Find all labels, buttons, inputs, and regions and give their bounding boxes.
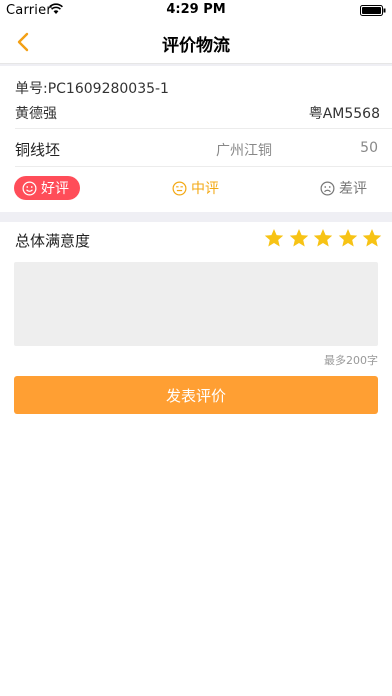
medium-rating-button[interactable]: 中评: [172, 176, 219, 200]
submit-review-button[interactable]: 发表评价: [14, 376, 378, 414]
star-icon[interactable]: [362, 228, 382, 248]
section-gap: [0, 212, 392, 222]
smile-face-icon: [22, 181, 37, 195]
good-rating-label: 好评: [41, 181, 69, 197]
medium-rating-label: 中评: [191, 181, 219, 197]
star-rating: [264, 228, 387, 248]
neutral-face-icon: [172, 181, 187, 195]
sad-face-icon: [320, 181, 335, 195]
divider: [15, 166, 392, 167]
comment-textarea[interactable]: [14, 262, 378, 346]
license-plate: 粤AM5568: [308, 106, 380, 122]
bad-rating-button[interactable]: 差评: [320, 176, 367, 200]
good-rating-button[interactable]: 好评: [14, 176, 80, 200]
quantity: 50: [360, 140, 378, 156]
battery-icon: [360, 5, 386, 16]
star-icon[interactable]: [289, 228, 309, 248]
bad-rating-label: 差评: [339, 181, 367, 197]
order-info-card: 单号:PC1609280035-1 黄德强 粤AM5568 铜线坯 广州江铜 5…: [0, 66, 392, 212]
status-bar: Carrier 4:29 PM: [0, 0, 392, 20]
char-limit-hint: 最多200字: [324, 354, 378, 367]
page-title: 评价物流: [162, 36, 230, 56]
star-icon[interactable]: [313, 228, 333, 248]
driver-name: 黄德强: [15, 106, 57, 122]
status-time: 4:29 PM: [166, 2, 226, 17]
star-icon[interactable]: [338, 228, 358, 248]
origin-name: 广州江铜: [216, 143, 272, 159]
nav-bar: 评价物流: [0, 20, 392, 64]
material-name: 铜线坯: [15, 141, 61, 159]
star-icon[interactable]: [264, 228, 284, 248]
satisfaction-label: 总体满意度: [15, 232, 91, 250]
divider: [15, 128, 392, 129]
order-number: 单号:PC1609280035-1: [15, 81, 169, 97]
